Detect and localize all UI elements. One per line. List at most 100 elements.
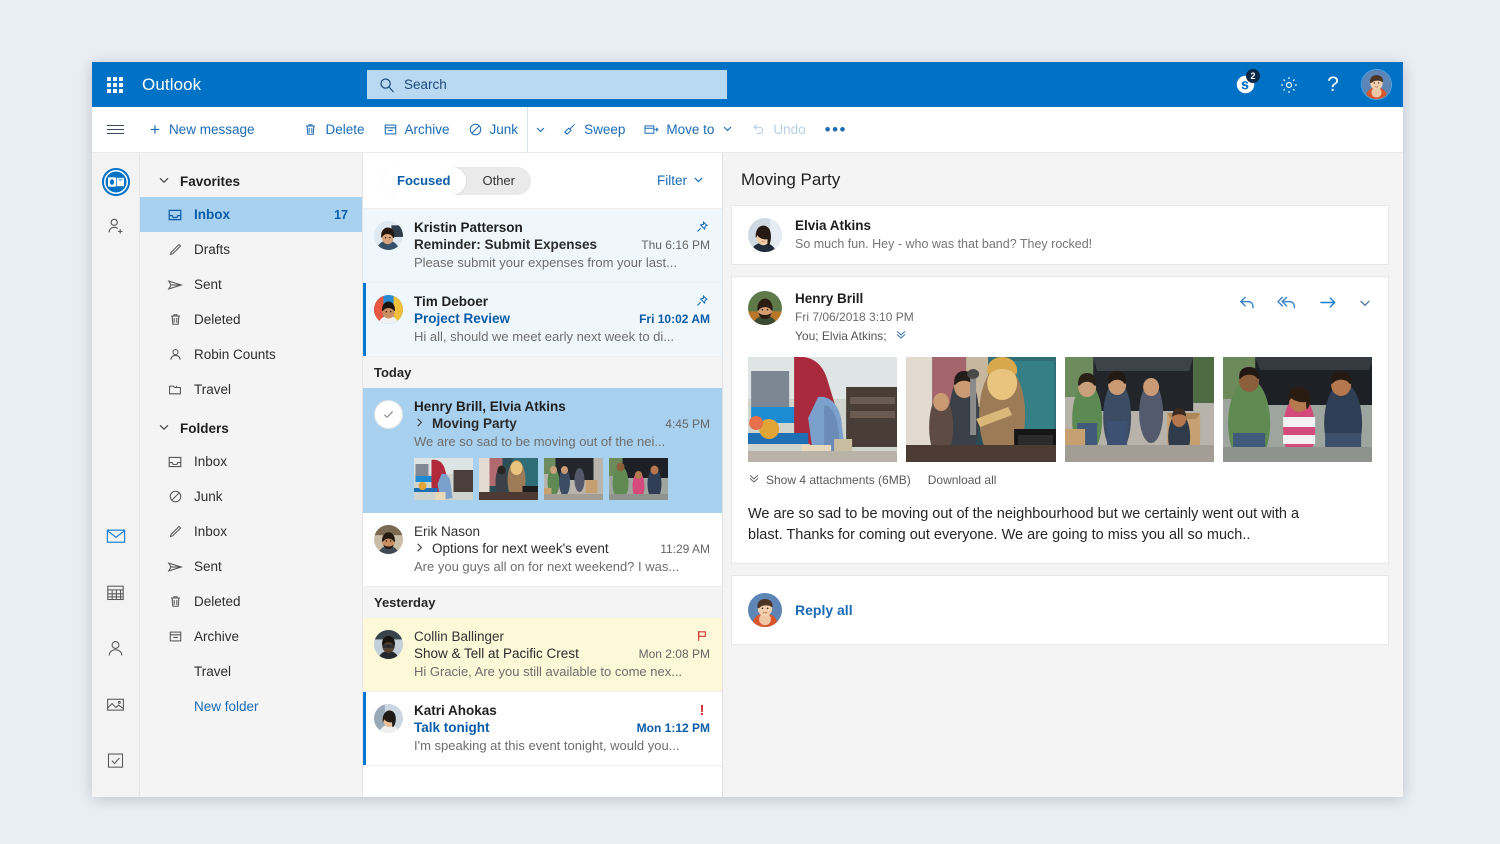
more-commands-button[interactable]: ••• [815,107,857,153]
filter-button[interactable]: Filter [657,173,704,188]
collapsed-message-card[interactable]: Elvia Atkins So much fun. Hey - who was … [731,205,1389,265]
reply-all-card[interactable]: Reply all [731,575,1389,645]
folders-group-header[interactable]: Folders [140,413,362,444]
chevron-down-icon[interactable] [1358,296,1372,310]
avatar [748,291,782,325]
attachment-preview[interactable] [906,357,1055,462]
sidebar-item-sent[interactable]: Sent [140,267,362,302]
double-chevron-down-icon[interactable] [895,328,907,343]
sidebar-item-robin-counts[interactable]: Robin Counts [140,337,362,372]
pin-icon[interactable] [694,220,710,234]
app-brand-title: Outlook [142,75,201,95]
message-subject: Talk tonight [414,720,627,735]
message-preview: Hi Gracie, Are you still available to co… [414,664,710,679]
message-subject: Project Review [414,311,629,326]
day-separator: Today [363,357,722,388]
sidebar-folder-travel[interactable]: Travel [140,654,362,689]
undo-button[interactable]: Undo [742,107,814,153]
select-checkmark-icon[interactable] [374,400,403,429]
list-item[interactable]: Collin Ballinger Show & Tell at Pacific … [363,618,722,692]
hamburger-icon[interactable] [92,107,138,153]
message-time: 11:29 AM [660,542,710,556]
skype-icon[interactable]: 2 [1223,62,1267,107]
attachment-thumbnail[interactable] [609,458,668,500]
favorites-label: Favorites [180,174,240,189]
favorites-group-header[interactable]: Favorites [140,166,362,197]
sidebar-folder-junk[interactable]: Junk [140,479,362,514]
attachment-preview[interactable] [1223,357,1372,462]
sidebar-item-deleted[interactable]: Deleted [140,302,362,337]
delete-label: Delete [325,122,364,137]
sidebar-item-label: Robin Counts [194,347,348,362]
sidebar-folder-deleted[interactable]: Deleted [140,584,362,619]
tab-focused[interactable]: Focused [381,167,466,195]
chevron-right-icon[interactable] [414,542,425,556]
pencil-icon [167,524,183,539]
download-all-button[interactable]: Download all [928,473,997,487]
flag-icon[interactable] [694,629,710,643]
message-date: Fri 7/06/2018 3:10 PM [795,310,914,324]
photos-icon[interactable] [97,685,135,723]
attachment-thumbnail[interactable] [544,458,603,500]
pin-icon[interactable] [694,294,710,308]
junk-dropdown-chevron-down-icon[interactable] [527,107,553,153]
calendar-icon[interactable] [97,573,135,611]
list-item[interactable]: Erik Nason Options for next week's event… [363,513,722,587]
tab-other[interactable]: Other [466,167,531,195]
message-list-header: Focused Other Filter [363,153,722,209]
junk-button[interactable]: Junk [459,107,528,153]
day-separator: Yesterday [363,587,722,618]
archive-button[interactable]: Archive [374,107,459,153]
sidebar-item-drafts[interactable]: Drafts [140,232,362,267]
message-time: Mon 1:12 PM [637,721,710,735]
message-preview: Hi all, should we meet early next week t… [414,329,710,344]
add-person-icon[interactable] [97,207,135,245]
sidebar-item-label: Inbox [194,524,348,539]
people-icon[interactable] [97,629,135,667]
recipients-text: You; Elvia Atkins; [795,329,887,343]
sidebar-folder-inbox-2[interactable]: Inbox [140,514,362,549]
reply-arrow-icon[interactable] [1238,293,1257,312]
sidebar-folder-inbox[interactable]: Inbox [140,444,362,479]
send-icon [167,559,183,575]
chevron-right-icon[interactable] [414,417,425,431]
checkbox-icon[interactable] [97,741,135,779]
block-icon [167,489,183,504]
message-time: Thu 6:16 PM [641,238,710,252]
sidebar-folder-archive[interactable]: Archive [140,619,362,654]
sweep-label: Sweep [584,122,625,137]
send-icon [167,277,183,293]
list-item[interactable]: Kristin Patterson Reminder: Submit Expen… [363,209,722,283]
attachment-strip [748,357,1372,462]
new-message-button[interactable]: + New message [140,107,264,153]
attachment-thumbnail[interactable] [414,458,473,500]
gear-icon[interactable] [1267,62,1311,107]
search-input[interactable] [404,77,704,92]
forward-arrow-icon[interactable] [1318,293,1338,312]
list-item[interactable]: Henry Brill, Elvia Atkins Moving Party 4… [363,388,722,513]
attachment-thumbnail[interactable] [479,458,538,500]
message-list-scroll[interactable]: Kristin Patterson Reminder: Submit Expen… [363,209,722,797]
sidebar-item-travel[interactable]: Travel [140,372,362,407]
attachment-preview[interactable] [1065,357,1214,462]
mail-icon[interactable] [97,517,135,555]
sidebar-folder-sent[interactable]: Sent [140,549,362,584]
question-mark-icon[interactable]: ? [1311,62,1355,107]
reply-all-arrow-icon[interactable] [1277,293,1298,312]
app-launcher-icon[interactable] [92,62,138,107]
list-item[interactable]: Katri Ahokas ! Talk tonight Mon 1:12 PM … [363,692,722,766]
outlook-logo-icon[interactable] [97,163,135,201]
sweep-button[interactable]: Sweep [553,107,634,153]
command-actions: Delete Archive Junk Swee [294,107,857,153]
new-folder-button[interactable]: New folder [140,689,362,724]
show-attachments-button[interactable]: Show 4 attachments (6MB) [748,472,911,487]
attachment-preview[interactable] [748,357,897,462]
delete-button[interactable]: Delete [294,107,373,153]
sidebar-item-inbox[interactable]: Inbox 17 [140,197,362,232]
list-item[interactable]: Tim Deboer Project Review Fri 10:02 AM [363,283,722,357]
message-time: Mon 2:08 PM [639,647,710,661]
move-to-button[interactable]: Move to [634,107,742,153]
search-box[interactable] [367,70,727,99]
user-avatar[interactable] [1361,69,1392,100]
reply-all-button[interactable]: Reply all [795,602,853,618]
